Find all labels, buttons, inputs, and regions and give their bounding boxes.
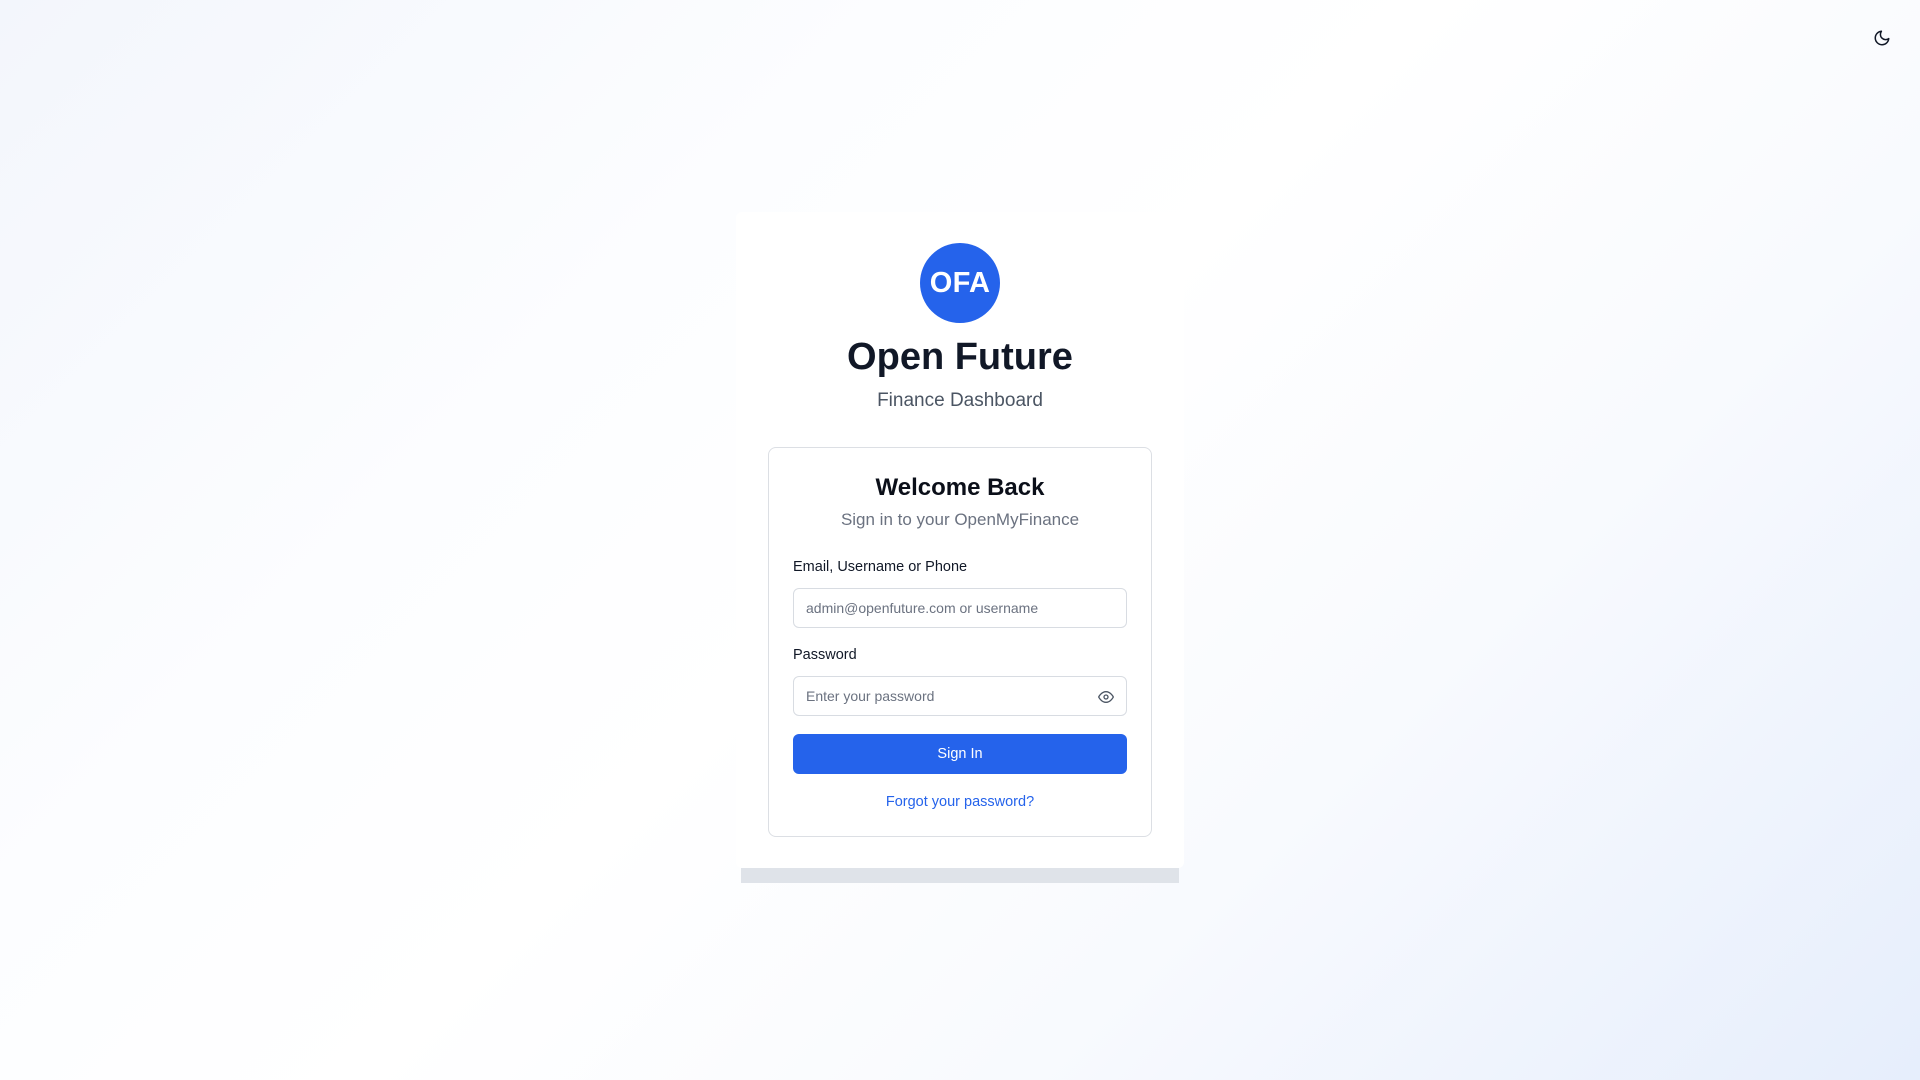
- identifier-field: [793, 588, 1127, 628]
- brand-title: Open Future: [847, 336, 1073, 378]
- login-title: Welcome Back: [875, 474, 1045, 501]
- sign-in-button[interactable]: Sign In: [793, 734, 1127, 774]
- login-card: Welcome Back Sign in to your OpenMyFinan…: [768, 447, 1152, 837]
- password-label: Password: [793, 647, 857, 663]
- theme-toggle-button[interactable]: [1862, 18, 1902, 58]
- login-subtitle: Sign in to your OpenMyFinance: [840, 510, 1080, 529]
- login-panel: OFA Open Future Finance Dashboard Welcom…: [736, 212, 1184, 868]
- show-password-button[interactable]: [1096, 688, 1116, 706]
- identifier-label: Email, Username or Phone: [793, 559, 968, 575]
- password-input[interactable]: [794, 677, 1126, 715]
- eye-icon: [1098, 691, 1114, 703]
- identifier-input[interactable]: [794, 589, 1126, 627]
- password-field: [793, 676, 1127, 716]
- panel-bottom-bar: [741, 868, 1179, 883]
- brand-subtitle: Finance Dashboard: [877, 390, 1043, 411]
- forgot-password-link[interactable]: Forgot your password?: [769, 794, 1151, 810]
- moon-icon: [1874, 30, 1890, 46]
- brand-logo: OFA: [920, 243, 1000, 323]
